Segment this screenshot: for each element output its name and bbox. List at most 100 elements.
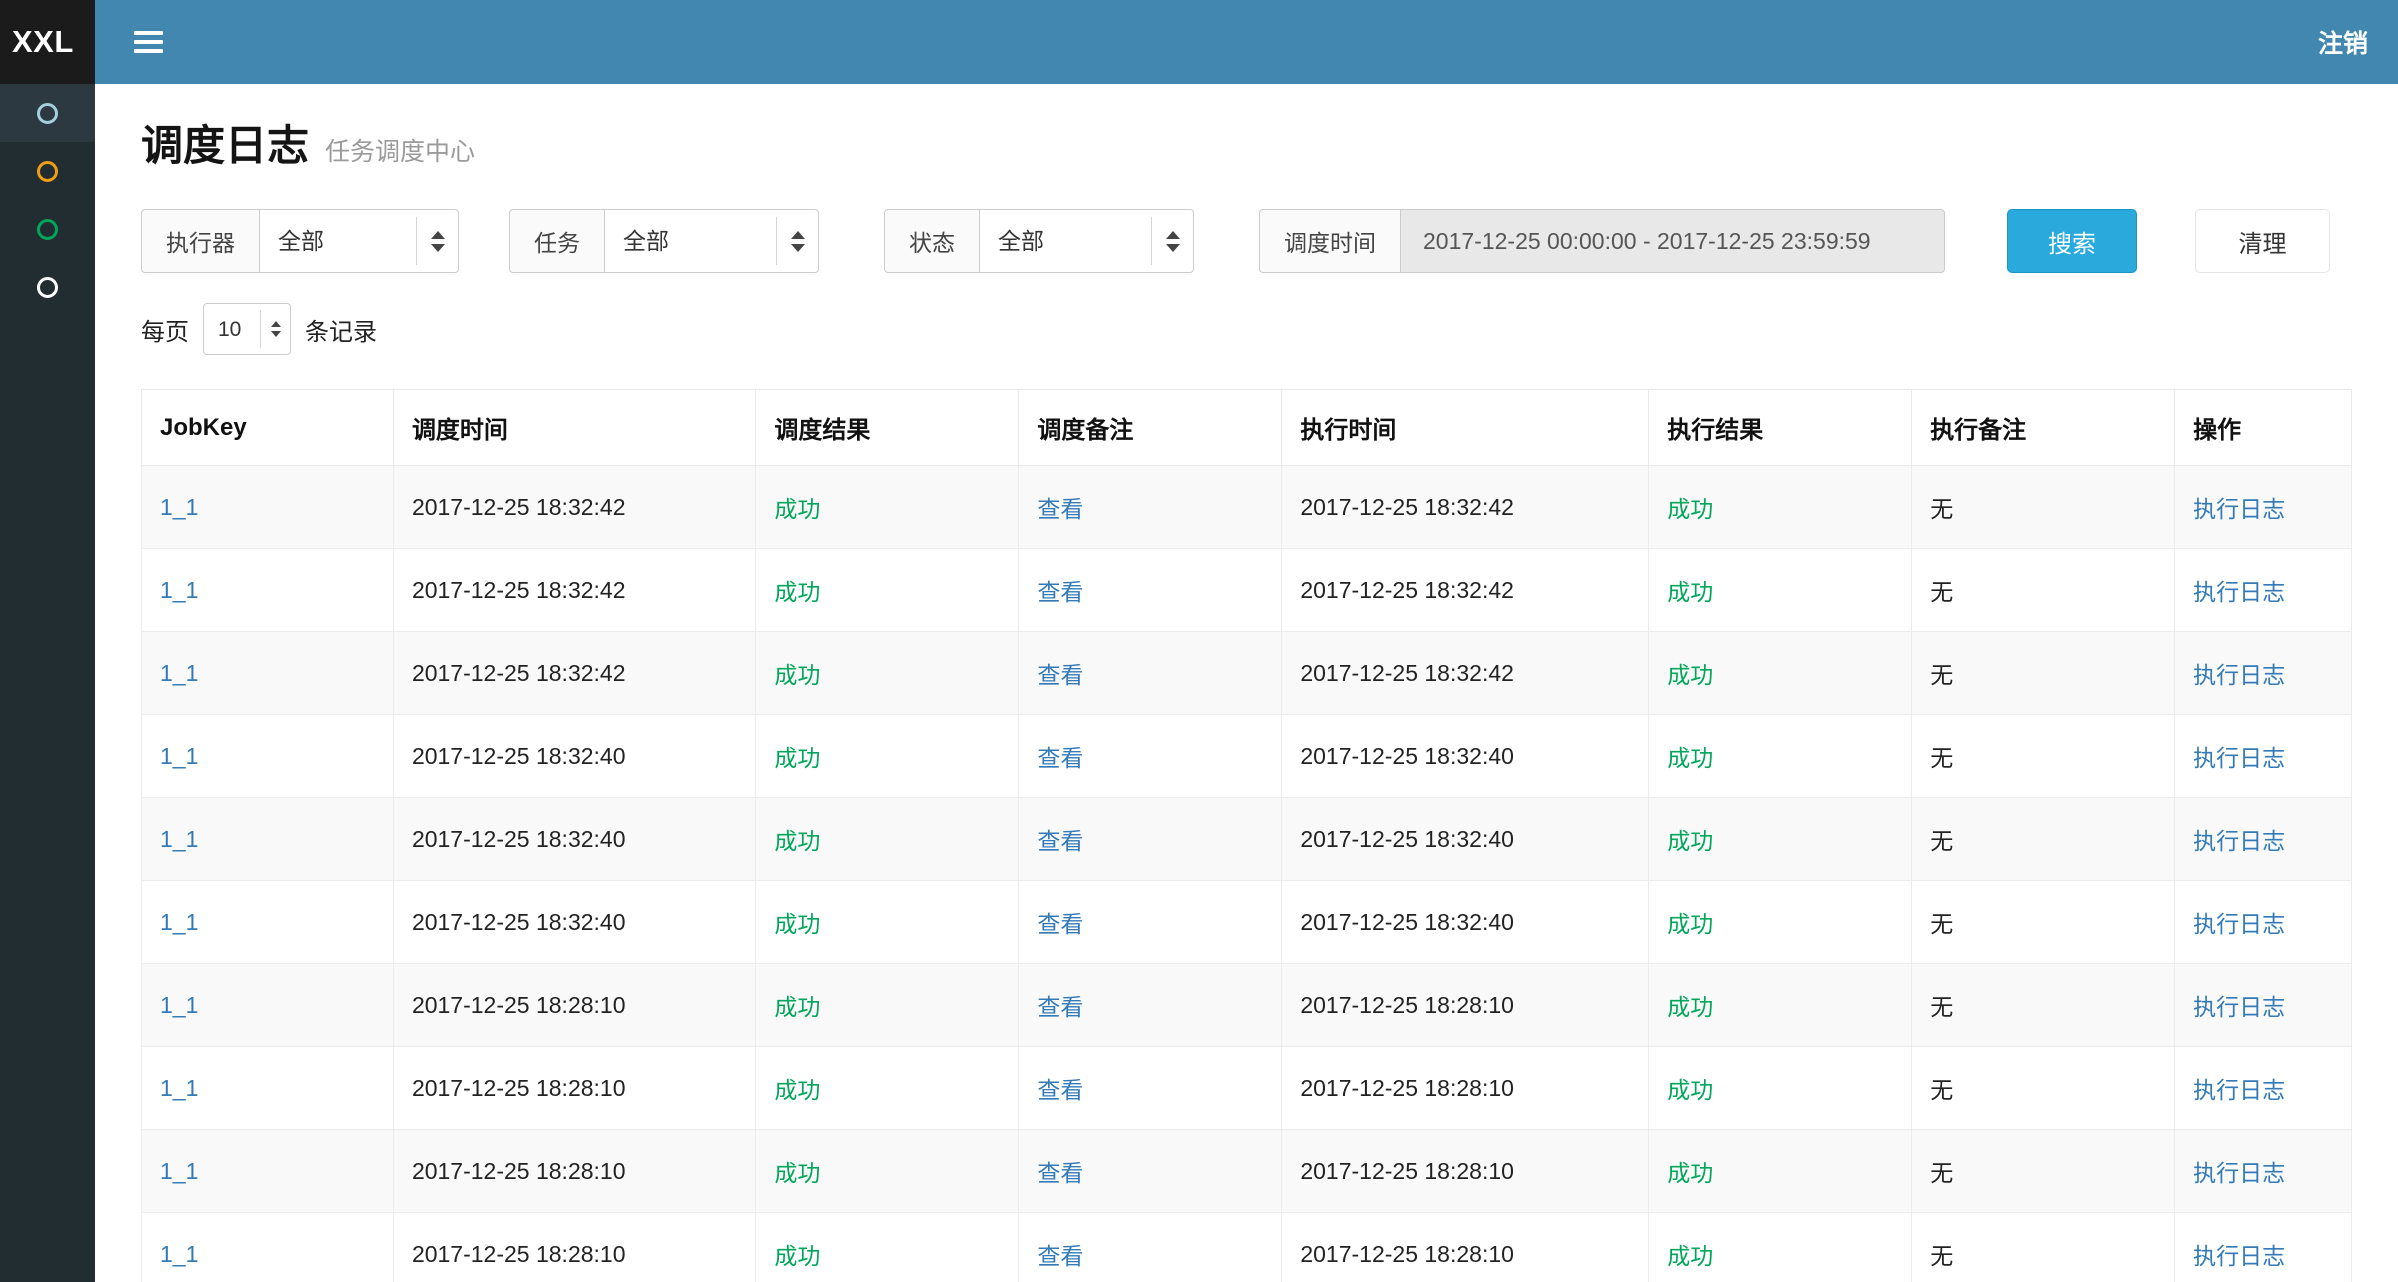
status-select-wrap: 全部 (979, 209, 1194, 273)
dispatch-remark-cell: 查看 (1019, 715, 1282, 798)
jobkey-cell: 1_1 (142, 1213, 394, 1282)
jobkey-link[interactable]: 1_1 (160, 1241, 198, 1267)
dispatch-remark-cell: 查看 (1019, 964, 1282, 1047)
exec-log-link[interactable]: 执行日志 (2193, 745, 2285, 771)
dispatch-result-text: 成功 (774, 994, 820, 1020)
dispatch-time-cell: 2017-12-25 18:32:40 (393, 715, 755, 798)
dispatch-remark-link[interactable]: 查看 (1037, 496, 1083, 522)
jobkey-cell: 1_1 (142, 466, 394, 549)
table-row: 1_12017-12-25 18:28:10成功查看2017-12-25 18:… (142, 964, 2352, 1047)
clear-button[interactable]: 清理 (2195, 209, 2330, 273)
column-header-1: JobKey (142, 390, 394, 466)
column-header-4: 调度备注 (1019, 390, 1282, 466)
exec-time-cell: 2017-12-25 18:32:42 (1282, 549, 1649, 632)
executor-filter-group: 执行器 全部 (141, 209, 459, 273)
dispatch-remark-cell: 查看 (1019, 632, 1282, 715)
dispatch-result-text: 成功 (774, 496, 820, 522)
page-size-select[interactable]: 10 (203, 303, 291, 355)
dispatch-remark-link[interactable]: 查看 (1037, 745, 1083, 771)
column-header-6: 执行结果 (1649, 390, 1912, 466)
filter-bar: 执行器 全部 任务 全部 状态 (141, 209, 2352, 273)
jobkey-link[interactable]: 1_1 (160, 1158, 198, 1184)
sidebar-item-1[interactable] (0, 84, 95, 142)
job-select[interactable]: 全部 (604, 209, 819, 273)
exec-result-text: 成功 (1667, 579, 1713, 605)
sidebar (0, 84, 95, 1282)
action-cell: 执行日志 (2175, 466, 2352, 549)
action-cell: 执行日志 (2175, 1130, 2352, 1213)
circle-icon (37, 219, 58, 240)
dispatch-remark-link[interactable]: 查看 (1037, 911, 1083, 937)
action-cell: 执行日志 (2175, 1047, 2352, 1130)
status-select[interactable]: 全部 (979, 209, 1194, 273)
dispatch-result-cell: 成功 (756, 1213, 1019, 1282)
page-size-select-wrap: 10 (203, 303, 291, 355)
exec-log-link[interactable]: 执行日志 (2193, 911, 2285, 937)
sidebar-item-4[interactable] (0, 258, 95, 316)
jobkey-link[interactable]: 1_1 (160, 577, 198, 603)
dispatch-remark-link[interactable]: 查看 (1037, 994, 1083, 1020)
dispatch-remark-link[interactable]: 查看 (1037, 1160, 1083, 1186)
jobkey-link[interactable]: 1_1 (160, 660, 198, 686)
exec-log-link[interactable]: 执行日志 (2193, 828, 2285, 854)
action-cell: 执行日志 (2175, 1213, 2352, 1282)
schedule-time-range-input[interactable] (1400, 209, 1945, 273)
exec-result-text: 成功 (1667, 1160, 1713, 1186)
dispatch-remark-link[interactable]: 查看 (1037, 828, 1083, 854)
jobkey-link[interactable]: 1_1 (160, 1075, 198, 1101)
page-subtitle: 任务调度中心 (325, 132, 475, 168)
exec-log-link[interactable]: 执行日志 (2193, 496, 2285, 522)
sidebar-item-2[interactable] (0, 142, 95, 200)
exec-remark-cell: 无 (1912, 798, 2175, 881)
jobkey-link[interactable]: 1_1 (160, 826, 198, 852)
exec-log-link[interactable]: 执行日志 (2193, 1160, 2285, 1186)
jobkey-link[interactable]: 1_1 (160, 992, 198, 1018)
action-cell: 执行日志 (2175, 549, 2352, 632)
logout-link[interactable]: 注销 (2318, 0, 2368, 84)
jobkey-link[interactable]: 1_1 (160, 494, 198, 520)
exec-time-cell: 2017-12-25 18:32:40 (1282, 798, 1649, 881)
search-button[interactable]: 搜索 (2007, 209, 2137, 273)
sidebar-menu (0, 84, 95, 316)
app-logo[interactable]: XXL (0, 0, 95, 84)
dispatch-remark-cell: 查看 (1019, 1047, 1282, 1130)
dispatch-remark-link[interactable]: 查看 (1037, 1243, 1083, 1269)
dispatch-remark-cell: 查看 (1019, 881, 1282, 964)
dispatch-result-cell: 成功 (756, 798, 1019, 881)
dispatch-result-text: 成功 (774, 828, 820, 854)
table-row: 1_12017-12-25 18:32:40成功查看2017-12-25 18:… (142, 798, 2352, 881)
sidebar-toggle-button[interactable] (118, 0, 178, 84)
dispatch-remark-link[interactable]: 查看 (1037, 1077, 1083, 1103)
jobkey-link[interactable]: 1_1 (160, 909, 198, 935)
sidebar-item-3[interactable] (0, 200, 95, 258)
action-cell: 执行日志 (2175, 632, 2352, 715)
exec-remark-cell: 无 (1912, 1047, 2175, 1130)
page-header: 调度日志 任务调度中心 (141, 112, 2352, 173)
exec-result-cell: 成功 (1649, 1130, 1912, 1213)
exec-remark-cell: 无 (1912, 549, 2175, 632)
exec-remark-cell: 无 (1912, 466, 2175, 549)
main-content: 调度日志 任务调度中心 执行器 全部 任务 全部 (95, 84, 2398, 1282)
column-header-2: 调度时间 (393, 390, 755, 466)
dispatch-remark-cell: 查看 (1019, 1130, 1282, 1213)
xxl-job-admin-app: XXL 注销 调度日志 任务调度中心 执行器 全部 (0, 0, 2398, 1282)
exec-log-link[interactable]: 执行日志 (2193, 1243, 2285, 1269)
dispatch-result-text: 成功 (774, 579, 820, 605)
exec-result-cell: 成功 (1649, 964, 1912, 1047)
exec-log-link[interactable]: 执行日志 (2193, 994, 2285, 1020)
dispatch-remark-link[interactable]: 查看 (1037, 579, 1083, 605)
action-cell: 执行日志 (2175, 715, 2352, 798)
exec-log-link[interactable]: 执行日志 (2193, 1077, 2285, 1103)
jobkey-cell: 1_1 (142, 549, 394, 632)
dispatch-remark-link[interactable]: 查看 (1037, 662, 1083, 688)
exec-result-cell: 成功 (1649, 1047, 1912, 1130)
circle-icon (37, 161, 58, 182)
exec-result-cell: 成功 (1649, 549, 1912, 632)
jobkey-link[interactable]: 1_1 (160, 743, 198, 769)
exec-time-cell: 2017-12-25 18:32:40 (1282, 881, 1649, 964)
dispatch-result-cell: 成功 (756, 881, 1019, 964)
exec-log-link[interactable]: 执行日志 (2193, 662, 2285, 688)
executor-select[interactable]: 全部 (259, 209, 459, 273)
jobkey-cell: 1_1 (142, 881, 394, 964)
exec-log-link[interactable]: 执行日志 (2193, 579, 2285, 605)
